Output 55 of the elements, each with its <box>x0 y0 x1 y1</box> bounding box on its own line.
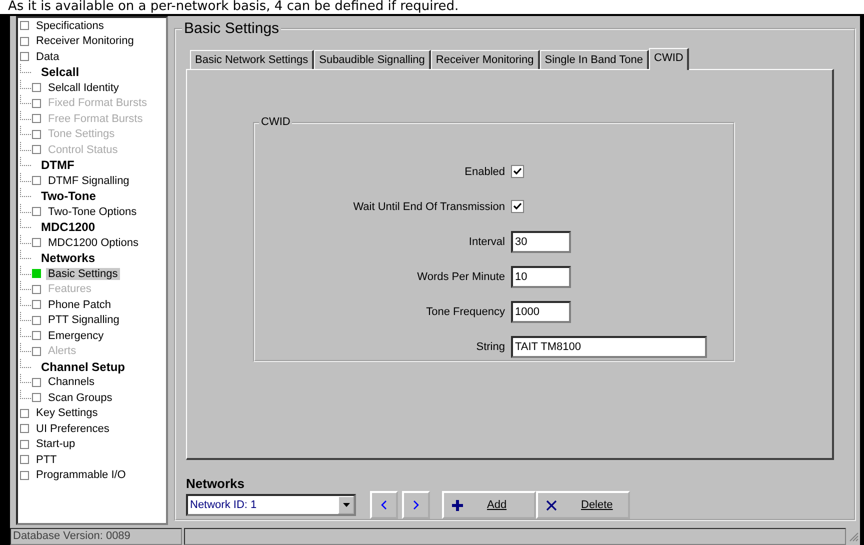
tree-item[interactable]: Data <box>34 50 62 63</box>
tree-item[interactable]: Basic Settings <box>46 268 120 280</box>
tree-item[interactable]: Two-Tone Options <box>46 206 139 218</box>
resize-grip-icon <box>848 530 859 542</box>
delete-button[interactable]: Delete <box>536 491 630 519</box>
tree-item[interactable]: Programmable I/O <box>34 469 128 482</box>
tree-item[interactable]: PTT Signalling <box>46 314 122 326</box>
tree-group[interactable]: Networks <box>39 251 98 266</box>
tree-group[interactable]: DTMF <box>39 158 76 172</box>
tree-item[interactable]: UI Preferences <box>34 422 112 435</box>
field-label: Interval <box>468 236 506 248</box>
input-field[interactable]: TAIT TM8100 <box>511 336 707 358</box>
field-label: Wait Until End Of Transmission <box>352 200 506 212</box>
networks-label: Networks <box>186 476 246 491</box>
caption-text: As it is available on a per-network basis, 4 can be defined if required. <box>7 0 460 14</box>
group-title: CWID <box>259 116 292 128</box>
add-button[interactable]: Add <box>442 491 536 519</box>
tree-item[interactable]: Receiver Monitoring <box>34 35 136 48</box>
cross-icon <box>546 500 557 510</box>
previous-button[interactable] <box>370 491 398 519</box>
input-field[interactable]: 1000 <box>511 300 571 322</box>
tree-item[interactable]: Selcall Identity <box>46 82 121 94</box>
tree-item[interactable]: Phone Patch <box>46 298 113 311</box>
tree-group[interactable]: Two-Tone <box>39 189 98 204</box>
tree-item[interactable]: Emergency <box>46 330 106 342</box>
tree-group[interactable]: MDC1200 <box>39 220 98 234</box>
tree-item[interactable]: Channels <box>46 376 96 388</box>
input-field[interactable]: 30 <box>511 230 571 252</box>
tree-item[interactable]: MDC1200 Options <box>46 236 140 249</box>
field-label: Enabled <box>464 166 506 178</box>
chevron-right-icon <box>413 500 419 510</box>
field-label: String <box>475 340 506 352</box>
tab[interactable]: Receiver Monitoring <box>430 50 540 69</box>
panel-title: Basic Settings <box>182 20 282 37</box>
tree-group[interactable]: Channel Setup <box>39 360 128 374</box>
tree-group[interactable]: Selcall <box>39 65 82 80</box>
tree-item[interactable]: Start-up <box>34 438 78 450</box>
field-label: Tone Frequency <box>425 306 506 318</box>
tree-item[interactable]: Scan Groups <box>46 392 114 404</box>
field-label: Words Per Minute <box>416 270 506 282</box>
next-button[interactable] <box>402 491 430 519</box>
tab[interactable]: Basic Network Settings <box>190 50 314 69</box>
checkbox[interactable] <box>511 200 524 213</box>
tree-item[interactable]: Key Settings <box>34 407 100 420</box>
tree-item[interactable]: Specifications <box>34 20 106 32</box>
input-field[interactable]: 10 <box>511 266 571 288</box>
tab[interactable]: CWID <box>649 48 690 70</box>
tab[interactable]: Subaudible Signalling <box>314 50 431 69</box>
plus-icon <box>452 500 463 510</box>
checkbox[interactable] <box>511 165 524 178</box>
chevron-left-icon <box>381 500 387 510</box>
network-dropdown[interactable]: Network ID: 1 <box>186 494 356 516</box>
tree-item[interactable]: PTT <box>34 454 59 466</box>
tree-item[interactable]: DTMF Signalling <box>46 174 132 187</box>
status-bar-text: Database Version: 0089 <box>10 528 182 544</box>
